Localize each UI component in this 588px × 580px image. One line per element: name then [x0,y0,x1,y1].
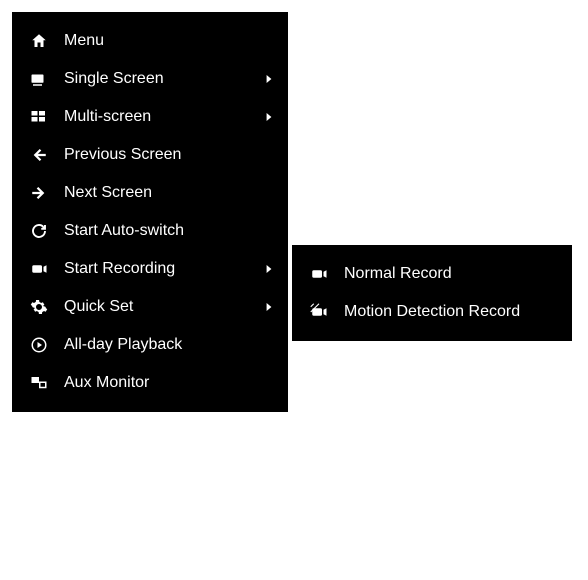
refresh-icon [28,220,50,242]
submenu-item-motion-record[interactable]: Motion Detection Record [292,293,572,331]
motion-record-icon [308,301,330,323]
menu-label: Multi-screen [64,108,264,126]
menu-item-previous-screen[interactable]: Previous Screen [12,136,288,174]
arrow-right-icon [28,182,50,204]
record-icon [28,258,50,280]
multi-screen-icon [28,106,50,128]
chevron-right-icon [264,111,274,123]
menu-item-auto-switch[interactable]: Start Auto-switch [12,212,288,250]
submenu-label: Normal Record [344,265,558,283]
playback-icon [28,334,50,356]
menu-label: Aux Monitor [64,374,274,392]
aux-monitor-icon [28,372,50,394]
single-screen-icon [28,68,50,90]
menu-item-aux-monitor[interactable]: Aux Monitor [12,364,288,402]
arrow-left-icon [28,144,50,166]
menu-item-start-recording[interactable]: Start Recording [12,250,288,288]
menu-label: Single Screen [64,70,264,88]
menu-label: Next Screen [64,184,274,202]
menu-item-menu[interactable]: Menu [12,22,288,60]
menu-label: Previous Screen [64,146,274,164]
menu-item-allday-playback[interactable]: All-day Playback [12,326,288,364]
start-recording-submenu: Normal Record Motion Detection Record [292,245,572,341]
menu-item-next-screen[interactable]: Next Screen [12,174,288,212]
chevron-right-icon [264,73,274,85]
menu-label: Start Auto-switch [64,222,274,240]
chevron-right-icon [264,263,274,275]
chevron-right-icon [264,301,274,313]
menu-item-single-screen[interactable]: Single Screen [12,60,288,98]
normal-record-icon [308,263,330,285]
menu-label: Quick Set [64,298,264,316]
home-icon [28,30,50,52]
gear-icon [28,296,50,318]
menu-item-multi-screen[interactable]: Multi-screen [12,98,288,136]
menu-label: All-day Playback [64,336,274,354]
submenu-label: Motion Detection Record [344,303,558,321]
menu-item-quick-set[interactable]: Quick Set [12,288,288,326]
main-context-menu: Menu Single Screen Multi-screen Previous… [12,12,288,412]
submenu-item-normal-record[interactable]: Normal Record [292,255,572,293]
menu-label: Start Recording [64,260,264,278]
menu-label: Menu [64,32,274,50]
